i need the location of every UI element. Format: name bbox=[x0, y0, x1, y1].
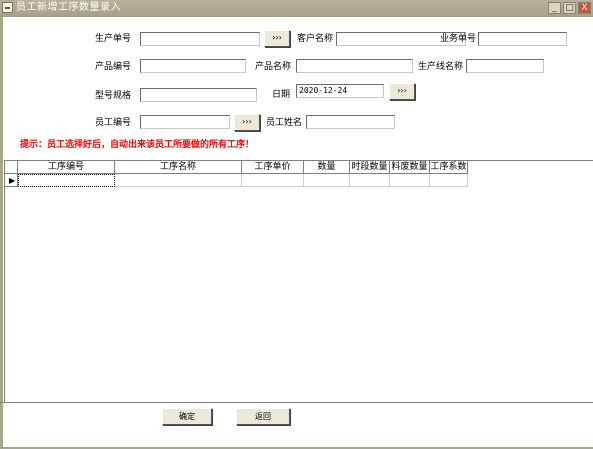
employee-no-label: 员工编号 bbox=[95, 118, 132, 128]
grid-header-process-code[interactable]: 工序编号 bbox=[18, 161, 115, 174]
grid-header: 工序编号 工序名称 工序单价 数量 时段数量 料废数量 工序系数 bbox=[5, 161, 468, 174]
date-lookup-button[interactable]: ››› bbox=[389, 83, 415, 100]
cell-process-name[interactable] bbox=[115, 174, 242, 187]
minimize-button[interactable]: _ bbox=[548, 2, 561, 14]
cell-unit-price[interactable] bbox=[242, 174, 304, 187]
window-title: 员工新增工序数量录入 bbox=[16, 2, 121, 13]
employee-name-input[interactable] bbox=[306, 115, 395, 129]
cell-process-code[interactable] bbox=[18, 174, 115, 187]
grid-header-process-name[interactable]: 工序名称 bbox=[115, 161, 242, 174]
maximize-button[interactable]: □ bbox=[563, 2, 576, 14]
grid-header-scrap-qty[interactable]: 料废数量 bbox=[390, 161, 430, 174]
model-spec-input[interactable] bbox=[140, 88, 257, 102]
app-icon[interactable] bbox=[2, 2, 13, 13]
table-row[interactable]: ▶ bbox=[5, 174, 468, 187]
date-picker[interactable]: 2020-12-24 bbox=[296, 84, 384, 98]
grid-header-unit-price[interactable]: 工序单价 bbox=[242, 161, 304, 174]
model-spec-label: 型号规格 bbox=[95, 91, 132, 101]
employee-name-label: 员工姓名 bbox=[266, 118, 303, 128]
grid-corner-cell bbox=[5, 161, 18, 174]
production-no-input[interactable] bbox=[140, 32, 260, 46]
back-button[interactable]: 返回 bbox=[236, 408, 290, 425]
product-name-input[interactable] bbox=[296, 59, 413, 73]
customer-name-label: 客户名称 bbox=[297, 34, 334, 44]
date-label: 日期 bbox=[272, 90, 291, 100]
window-left-border bbox=[0, 17, 3, 449]
line-name-input[interactable] bbox=[466, 59, 544, 73]
cell-scrap-qty[interactable] bbox=[390, 174, 430, 187]
grid-header-quantity[interactable]: 数量 bbox=[304, 161, 350, 174]
business-no-label: 业务单号 bbox=[440, 34, 477, 44]
production-no-label: 生产单号 bbox=[95, 34, 132, 44]
product-code-input[interactable] bbox=[140, 59, 246, 73]
line-name-label: 生产线名称 bbox=[418, 62, 464, 72]
employee-no-input[interactable] bbox=[140, 115, 230, 129]
product-code-label: 产品编号 bbox=[95, 62, 132, 72]
production-no-lookup-button[interactable]: ››› bbox=[264, 30, 290, 47]
cell-coefficient[interactable] bbox=[430, 174, 468, 187]
app-window: 员工新增工序数量录入 _ □ X 生产单号 ››› 客户名称 业务单号 产品编号… bbox=[0, 0, 593, 449]
cell-quantity[interactable] bbox=[304, 174, 350, 187]
grid-header-period-qty[interactable]: 时段数量 bbox=[350, 161, 390, 174]
grid-bottom-divider bbox=[0, 402, 593, 403]
grid-header-coefficient[interactable]: 工序系数 bbox=[430, 161, 468, 174]
hint-text: 提示：员工选择好后，自动出来该员工所要做的所有工序！ bbox=[20, 140, 255, 150]
employee-no-lookup-button[interactable]: ››› bbox=[234, 114, 260, 131]
cell-period-qty[interactable] bbox=[350, 174, 390, 187]
confirm-button[interactable]: 确定 bbox=[162, 408, 212, 425]
business-no-input[interactable] bbox=[478, 32, 567, 46]
close-button[interactable]: X bbox=[578, 2, 591, 14]
row-indicator-icon: ▶ bbox=[5, 174, 18, 187]
process-grid[interactable]: 工序编号 工序名称 工序单价 数量 时段数量 料废数量 工序系数 ▶ bbox=[4, 160, 593, 402]
title-bar[interactable]: 员工新增工序数量录入 _ □ X bbox=[0, 0, 593, 17]
product-name-label: 产品名称 bbox=[255, 62, 292, 72]
